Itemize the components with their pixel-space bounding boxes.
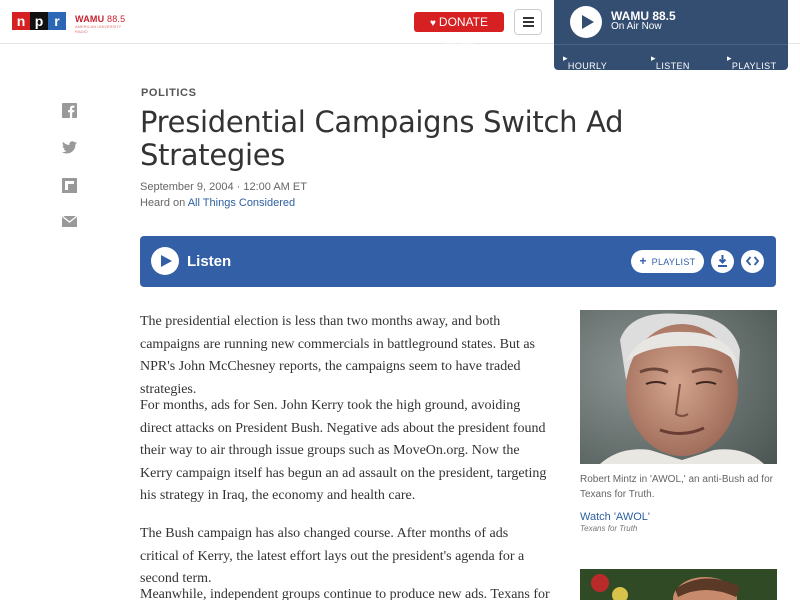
- download-icon[interactable]: [711, 250, 734, 273]
- robert-mintz-photo[interactable]: [580, 310, 777, 464]
- article-paragraph: The presidential election is less than t…: [140, 314, 536, 397]
- station-logo-name: WAMU 88.5: [75, 14, 125, 24]
- twitter-icon[interactable]: [62, 141, 77, 156]
- logo-letter-r: r: [48, 12, 66, 30]
- article-paragraph: For months, ads for Sen. John Kerry took…: [140, 398, 547, 503]
- photo-caption: Robert Mintz in 'AWOL,' an anti-Bush ad …: [580, 474, 773, 500]
- player-link-hourly-news[interactable]: ▸ HOURLY NEWS: [563, 53, 607, 81]
- player-link-label: PLAYLIST: [731, 61, 777, 71]
- facebook-icon[interactable]: [62, 103, 77, 118]
- donate-label: DONATE NOW: [438, 15, 489, 51]
- logo-letter-p: p: [30, 12, 48, 30]
- hamburger-menu-icon[interactable]: [514, 9, 542, 35]
- station-logo-freq: 88.5: [107, 14, 126, 24]
- player-play-button[interactable]: [570, 6, 602, 38]
- embed-icon[interactable]: [741, 250, 764, 273]
- donate-button[interactable]: ♥ DONATE NOW: [414, 12, 504, 51]
- listen-play-button[interactable]: [151, 247, 179, 275]
- audio-player-bar: Listen + PLAYLIST: [140, 236, 776, 287]
- playlist-label: PLAYLIST: [651, 257, 696, 267]
- player-link-listen-live[interactable]: ▸ LISTEN LIVE: [651, 53, 689, 81]
- player-status: On Air Now: [611, 21, 662, 32]
- station-logo-tagline: AMERICAN UNIVERSITY RADIO: [75, 24, 122, 34]
- article-paragraph: The Bush campaign has also changed cours…: [140, 526, 525, 586]
- plus-icon: +: [639, 254, 647, 268]
- section-label[interactable]: POLITICS: [141, 87, 197, 100]
- logo-letter-n: n: [12, 12, 30, 30]
- heard-on-line: Heard on All Things Considered: [140, 197, 295, 210]
- player-links: ▸ HOURLY NEWS ▸ LISTEN LIVE ▸ PLAYLIST: [554, 44, 788, 81]
- heard-on-prefix: Heard on: [140, 197, 186, 209]
- station-logo-call: WAMU: [75, 14, 105, 24]
- dateline: September 9, 2004 · 12:00 AM ET: [140, 181, 307, 193]
- player-link-label: LISTEN LIVE: [655, 61, 690, 81]
- npr-logo[interactable]: n p r: [12, 12, 66, 30]
- second-photo[interactable]: [580, 569, 777, 600]
- flipboard-icon[interactable]: [62, 178, 77, 193]
- listen-label[interactable]: Listen: [187, 253, 231, 270]
- article-paragraph: Meanwhile, independent groups continue t…: [140, 587, 550, 600]
- station-player: WAMU 88.5 On Air Now ▸ HOURLY NEWS ▸ LIS…: [554, 0, 788, 81]
- station-logo[interactable]: WAMU 88.5 AMERICAN UNIVERSITY RADIO: [75, 14, 125, 34]
- player-link-playlist[interactable]: ▸ PLAYLIST: [727, 53, 776, 71]
- page-title: Presidential Campaigns Switch Ad Strateg…: [140, 105, 624, 172]
- email-icon[interactable]: [62, 215, 77, 230]
- program-link[interactable]: All Things Considered: [188, 197, 295, 209]
- watch-video-link[interactable]: Watch 'AWOL': [580, 510, 650, 524]
- heart-icon: ♥: [429, 18, 436, 29]
- add-to-playlist-button[interactable]: + PLAYLIST: [631, 250, 704, 273]
- video-credit: Texans for Truth: [580, 524, 638, 533]
- player-link-label: HOURLY NEWS: [567, 61, 607, 81]
